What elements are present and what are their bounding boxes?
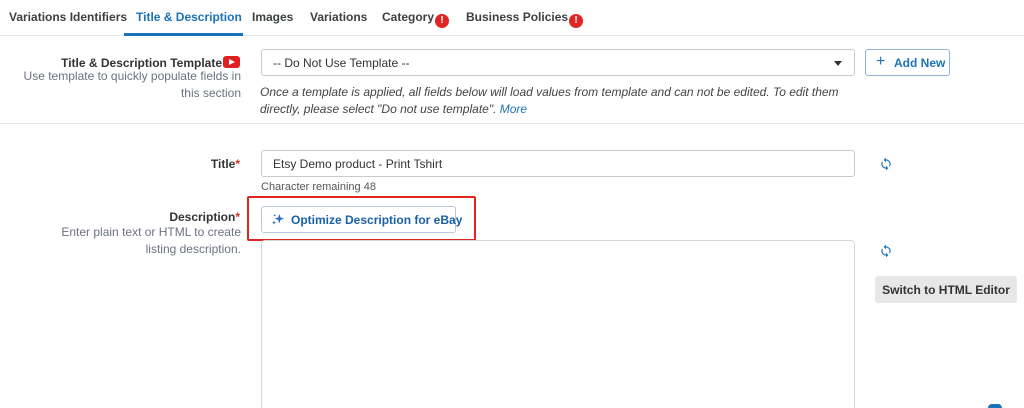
tab-variations-identifiers[interactable]: Variations Identifiers: [9, 10, 127, 24]
add-new-label: Add New: [894, 56, 946, 70]
template-help: Use template to quickly populate fields …: [23, 69, 241, 100]
tab-title-description[interactable]: Title & Description: [136, 10, 242, 24]
tab-label: Category: [382, 10, 435, 24]
tab-business-policies[interactable]: Business Policies!: [466, 10, 584, 28]
scroll-indicator: [988, 404, 1002, 408]
description-label-text: Description: [169, 210, 236, 224]
title-input[interactable]: [261, 150, 855, 177]
tab-category[interactable]: Category!: [382, 10, 450, 28]
alert-badge-icon: !: [435, 14, 450, 28]
title-label-text: Title: [210, 157, 236, 171]
tab-label: Business Policies: [466, 10, 569, 24]
char-remaining: Character remaining 48: [261, 181, 376, 193]
title-label: Title*: [211, 157, 240, 171]
add-new-template-button[interactable]: + Add New: [865, 49, 950, 76]
tab-label: Variations: [310, 10, 368, 24]
tab-bar: Variations Identifiers Title & Descripti…: [0, 0, 1024, 36]
description-help: Enter plain text or HTML to create listi…: [61, 225, 241, 256]
section-divider: [0, 123, 1024, 124]
optimize-description-button[interactable]: Optimize Description for eBay: [261, 206, 462, 233]
refresh-icon[interactable]: [879, 244, 893, 258]
alert-badge-icon: !: [569, 14, 584, 28]
tab-images[interactable]: Images: [252, 10, 293, 24]
sparkle-icon: [272, 214, 284, 225]
template-note-text: Once a template is applied, all fields b…: [260, 85, 839, 116]
required-mark: *: [235, 210, 240, 224]
template-select[interactable]: -- Do Not Use Template --: [261, 49, 855, 76]
tab-variations[interactable]: Variations: [310, 10, 367, 24]
refresh-icon[interactable]: [879, 157, 893, 171]
description-editor[interactable]: [261, 240, 855, 408]
plus-icon: +: [876, 53, 886, 70]
template-note: Once a template is applied, all fields b…: [260, 84, 860, 118]
optimize-description-label: Optimize Description for eBay: [291, 213, 463, 227]
tab-label: Title & Description: [136, 10, 242, 24]
required-mark: *: [235, 157, 240, 171]
more-link[interactable]: More: [500, 102, 527, 116]
chevron-down-icon: [834, 61, 842, 66]
tab-label: Images: [252, 10, 294, 24]
switch-to-html-editor-button[interactable]: Switch to HTML Editor: [875, 276, 1017, 303]
active-tab-indicator: [124, 33, 243, 36]
description-label: Description*: [169, 210, 240, 224]
tab-label: Variations Identifiers: [9, 10, 128, 24]
template-select-value: -- Do Not Use Template --: [273, 56, 410, 70]
youtube-icon[interactable]: [223, 56, 240, 68]
